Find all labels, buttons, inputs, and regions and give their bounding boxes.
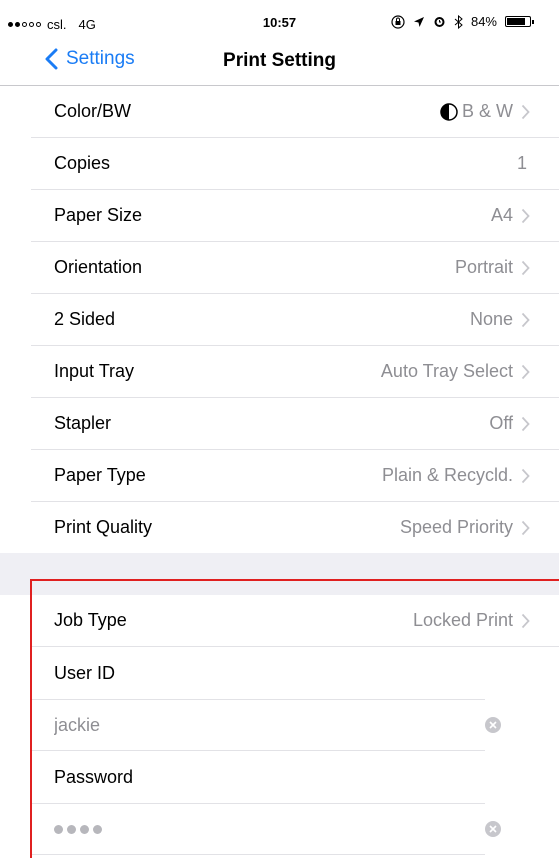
password-dot — [67, 824, 76, 834]
settings-list: Color/BW B & W Copies 1 Paper Size A4 Orientat… — [0, 86, 559, 554]
chevron-right-icon — [521, 613, 530, 628]
user-id-input[interactable] — [54, 714, 454, 736]
setting-row[interactable]: Stapler Off — [31, 398, 559, 450]
chevron-right-icon — [521, 468, 530, 483]
status-bar: csl. 4G 10:57 84% — [0, 0, 559, 34]
chevron-right-icon — [521, 260, 530, 275]
setting-label: Copies — [54, 153, 111, 173]
setting-label: Stapler — [54, 413, 112, 433]
clear-icon — [489, 721, 497, 729]
setting-row[interactable]: Color/BW B & W — [31, 86, 559, 138]
clear-user-id-button[interactable] — [485, 717, 501, 733]
setting-value-text: Portrait — [454, 257, 513, 277]
setting-value: Auto Tray Select — [381, 361, 513, 382]
setting-row[interactable]: Copies 1 — [31, 138, 559, 190]
password-label: Password — [54, 766, 134, 787]
section-separator — [0, 553, 559, 595]
battery-icon — [505, 16, 534, 27]
setting-label: Input Tray — [54, 361, 135, 381]
setting-row[interactable]: Input Tray Auto Tray Select — [31, 346, 559, 398]
alarm-clock-icon — [434, 17, 445, 27]
setting-row[interactable]: Paper Type Plain & Recycld. — [31, 450, 559, 502]
half-circle-icon — [440, 102, 458, 121]
password-dot — [93, 824, 102, 834]
setting-label: Paper Type — [54, 465, 146, 485]
job-type-row[interactable]: Job Type Locked Print — [31, 595, 559, 647]
setting-value: 1 — [517, 153, 527, 174]
setting-row[interactable]: 2 Sided None — [31, 294, 559, 346]
setting-value: None — [470, 309, 513, 330]
chevron-right-icon — [521, 208, 530, 223]
job-settings-list: Job Type Locked Print User ID Password — [0, 595, 559, 855]
setting-value-text: B & W — [461, 101, 513, 121]
setting-label: Paper Size — [54, 205, 143, 225]
rotation-lock-icon — [391, 14, 405, 29]
job-type-value: Locked Print — [412, 610, 513, 630]
setting-row[interactable]: Print Quality Speed Priority — [31, 502, 559, 554]
chevron-right-icon — [521, 416, 530, 431]
setting-row[interactable]: Orientation Portrait — [31, 242, 559, 294]
navigation-bar: Settings Print Setting — [0, 34, 559, 86]
setting-value-text: Off — [489, 413, 513, 433]
setting-value: A4 — [491, 205, 513, 226]
battery-percent: 84% — [470, 14, 497, 29]
clear-password-button[interactable] — [485, 821, 501, 837]
password-label-row: Password — [31, 751, 559, 803]
setting-value-text: Auto Tray Select — [380, 361, 513, 381]
user-id-label: User ID — [54, 662, 116, 683]
status-icons: 84% — [391, 14, 534, 29]
setting-label: Orientation — [54, 257, 143, 277]
setting-value: Off — [489, 413, 513, 434]
setting-value-text: A4 — [490, 205, 513, 225]
setting-value-text: Plain & Recycld. — [381, 465, 513, 485]
password-dot — [54, 824, 63, 834]
chevron-right-icon — [521, 520, 530, 535]
chevron-right-icon — [521, 312, 530, 327]
setting-value-text: None — [469, 309, 513, 329]
setting-value-text: Speed Priority — [399, 517, 513, 537]
page-title: Print Setting — [223, 50, 336, 71]
setting-value: Portrait — [455, 257, 513, 278]
chevron-right-icon — [521, 104, 530, 119]
setting-label: 2 Sided — [54, 309, 116, 329]
clear-icon — [489, 825, 497, 833]
setting-value-text: 1 — [516, 153, 527, 173]
setting-value: B & W — [440, 101, 513, 122]
setting-label: Color/BW — [54, 101, 132, 121]
password-dot — [80, 824, 89, 834]
location-arrow-icon — [413, 16, 424, 27]
setting-value: Speed Priority — [400, 517, 513, 538]
user-id-field-row — [31, 699, 501, 751]
job-type-label: Job Type — [54, 610, 127, 630]
setting-value: Plain & Recycld. — [382, 465, 513, 486]
bluetooth-icon — [454, 14, 463, 29]
user-id-label-row: User ID — [31, 647, 559, 699]
setting-label: Print Quality — [54, 517, 153, 537]
setting-row[interactable]: Paper Size A4 — [31, 190, 559, 242]
password-input[interactable] — [54, 824, 102, 834]
chevron-right-icon — [521, 364, 530, 379]
password-field-row — [31, 803, 501, 855]
